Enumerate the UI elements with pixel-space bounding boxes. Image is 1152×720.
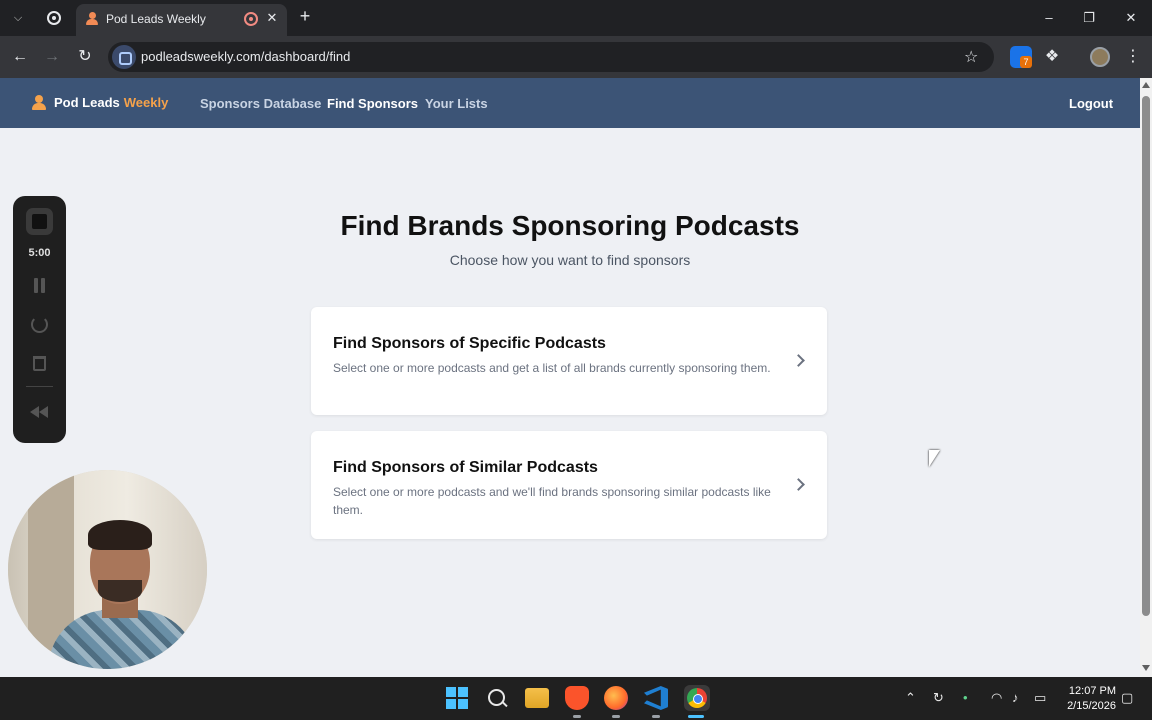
microphone-icon[interactable]: •: [963, 690, 968, 705]
tab-search-chevron-icon[interactable]: ⌵: [8, 8, 28, 28]
windows-start-icon[interactable]: [445, 686, 469, 710]
volume-icon[interactable]: ♪: [1012, 690, 1019, 705]
person-logo-icon: [32, 95, 46, 110]
forward-arrow-icon[interactable]: →: [40, 45, 64, 69]
option-title: Find Sponsors of Similar Podcasts: [333, 459, 598, 476]
trash-icon[interactable]: [33, 356, 46, 371]
bookmark-star-icon[interactable]: ☆: [964, 47, 978, 67]
brand-name: Pod Leads: [54, 95, 120, 110]
option-description: Select one or more podcasts and we'll fi…: [333, 485, 771, 517]
mouse-cursor-icon: [929, 450, 940, 467]
active-indicator: [688, 715, 704, 718]
browser-toolbar: ← → ↻ podleadsweekly.com/dashboard/find …: [0, 36, 1152, 78]
running-indicator: [573, 715, 581, 718]
site-info-icon[interactable]: [112, 45, 136, 69]
chevron-up-icon[interactable]: ⌃: [905, 690, 916, 706]
webcam-bubble[interactable]: [8, 470, 207, 669]
recorder-widget: 5:00: [13, 196, 66, 443]
page-scrollbar[interactable]: [1140, 78, 1152, 677]
browser-menu-icon[interactable]: ⋮: [1124, 46, 1142, 66]
nav-find-sponsors[interactable]: Find Sponsors: [327, 96, 418, 111]
wifi-icon[interactable]: ◠: [991, 690, 1002, 706]
tab-recording-icon: [244, 12, 258, 26]
scrollbar-thumb[interactable]: [1142, 96, 1150, 616]
notification-bell-icon[interactable]: ▢: [1121, 690, 1133, 706]
scroll-up-arrow-icon[interactable]: [1142, 82, 1150, 88]
restart-icon[interactable]: [31, 316, 48, 333]
chrome-icon[interactable]: [684, 685, 710, 711]
reload-icon[interactable]: ↻: [73, 45, 97, 69]
option-description: Select one or more podcasts and get a li…: [333, 361, 771, 375]
brand-accent: Weekly: [123, 95, 169, 110]
tab-close-icon[interactable]: ✕: [264, 10, 280, 26]
profile-avatar[interactable]: [1090, 47, 1110, 67]
extensions-puzzle-icon[interactable]: ❖: [1041, 46, 1063, 68]
vscode-icon[interactable]: [644, 686, 668, 710]
restore-button[interactable]: ❐: [1076, 6, 1102, 30]
page-title: Find Brands Sponsoring Podcasts: [340, 210, 800, 241]
option-card-specific-podcasts[interactable]: Find Sponsors of Specific Podcasts Selec…: [311, 307, 827, 415]
favicon-icon: [86, 12, 98, 26]
divider: [26, 386, 53, 387]
webcam-hair: [88, 520, 152, 550]
extension-icon[interactable]: 7: [1010, 46, 1032, 68]
extension-badge: 7: [1020, 56, 1032, 68]
clock-date: 2/15/2026: [1067, 700, 1116, 712]
option-title: Find Sponsors of Specific Podcasts: [333, 335, 606, 352]
stop-recording-button[interactable]: [26, 208, 53, 235]
firefox-icon[interactable]: [604, 686, 628, 710]
brand-logo-link[interactable]: Pod Leads Weekly: [32, 95, 168, 110]
system-clock[interactable]: 12:07 PM 2/15/2026: [1058, 684, 1116, 714]
search-icon[interactable]: [485, 686, 509, 710]
chevron-right-icon: [791, 475, 809, 493]
url-text[interactable]: podleadsweekly.com/dashboard/find: [141, 49, 350, 64]
recording-tab-icon[interactable]: [47, 11, 61, 25]
file-explorer-icon[interactable]: [525, 688, 549, 708]
page-subtitle: Choose how you want to find sponsors: [449, 252, 691, 268]
running-indicator: [652, 715, 660, 718]
brave-browser-icon[interactable]: [565, 686, 589, 710]
recording-timer: 5:00: [28, 247, 51, 259]
tab-title: Pod Leads Weekly: [106, 12, 206, 26]
taskbar: ⌃ ↻ • ◠ ♪ ▭ 12:07 PM 2/15/2026 ▢: [0, 677, 1152, 720]
sync-icon[interactable]: ↻: [933, 690, 944, 706]
app-header: Pod Leads Weekly Sponsors Database Find …: [0, 78, 1140, 128]
browser-tab-bar: ⌵ Pod Leads Weekly ✕ + – ❐ ✕: [0, 0, 1152, 36]
browser-tab-active[interactable]: Pod Leads Weekly ✕: [76, 4, 287, 36]
back-arrow-icon[interactable]: ←: [8, 45, 32, 69]
close-window-button[interactable]: ✕: [1118, 6, 1144, 30]
nav-your-lists[interactable]: Your Lists: [425, 96, 488, 111]
nav-sponsors-database[interactable]: Sponsors Database: [200, 96, 321, 111]
page-viewport: Pod Leads Weekly Sponsors Database Find …: [0, 78, 1140, 677]
clock-time: 12:07 PM: [1068, 685, 1116, 697]
collapse-icon[interactable]: [30, 406, 48, 418]
webcam-beard: [98, 580, 142, 602]
new-tab-button[interactable]: +: [296, 7, 314, 25]
option-card-similar-podcasts[interactable]: Find Sponsors of Similar Podcasts Select…: [311, 431, 827, 539]
logout-button[interactable]: Logout: [1069, 96, 1113, 111]
chevron-right-icon: [791, 351, 809, 369]
battery-icon[interactable]: ▭: [1034, 690, 1046, 706]
pause-icon[interactable]: [33, 278, 46, 293]
address-bar[interactable]: podleadsweekly.com/dashboard/find ☆: [108, 42, 994, 72]
minimize-button[interactable]: –: [1036, 6, 1062, 30]
running-indicator: [612, 715, 620, 718]
scroll-down-arrow-icon[interactable]: [1142, 665, 1150, 671]
